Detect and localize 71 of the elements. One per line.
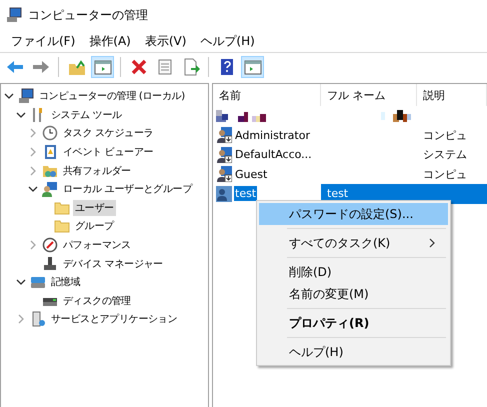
tree-item[interactable]: タスク スケジューラ — [61, 125, 156, 142]
expanded-caret-icon[interactable] — [16, 277, 26, 288]
user-icon — [216, 186, 232, 202]
table-cell[interactable]: Administrator — [234, 128, 311, 143]
collapsed-caret-icon[interactable] — [28, 147, 38, 158]
back-arrow-icon — [6, 58, 24, 76]
menu-item[interactable]: すべてのタスク(K) — [259, 232, 448, 254]
menu-item[interactable]: ヘルプ(H) — [259, 341, 448, 363]
window-title: コンピューターの管理 — [28, 6, 148, 24]
tree-item[interactable]: グループ — [73, 218, 116, 234]
user-icon — [216, 146, 232, 163]
table-cell[interactable]: test — [234, 186, 258, 202]
table-cell-text: コンピュ — [422, 128, 468, 144]
computer-icon — [6, 7, 22, 23]
column-header[interactable]: フル ネーム — [321, 84, 417, 106]
menu-item[interactable]: プロパティ(R) — [259, 312, 448, 334]
column-header[interactable]: 名前 — [213, 84, 321, 106]
device-icon — [42, 256, 58, 272]
forward-arrow-icon — [32, 58, 50, 76]
tree-item[interactable]: イベント ビューアー — [61, 144, 156, 160]
tree-item[interactable]: ユーザー — [73, 200, 116, 216]
folder-icon — [54, 218, 70, 234]
expanded-caret-icon[interactable] — [16, 110, 26, 120]
collapsed-caret-icon[interactable] — [28, 240, 38, 250]
tree-item[interactable]: 記憶域 — [49, 274, 82, 290]
users-icon — [42, 181, 58, 198]
pane-icon — [244, 58, 262, 76]
table-cell-text: コンピュ — [422, 166, 468, 183]
user-icon — [216, 127, 232, 144]
menu-item[interactable]: 操作(A) — [82, 32, 138, 50]
export-icon — [182, 58, 200, 76]
tree-item[interactable]: コンピューターの管理 (ローカル) — [37, 88, 187, 104]
pane-icon — [94, 58, 112, 76]
user-icon — [216, 166, 232, 182]
performance-icon — [42, 237, 58, 254]
menu-item[interactable]: パスワードの設定(S)... — [259, 203, 448, 225]
event-log-icon — [42, 144, 58, 160]
toolbar-button[interactable] — [241, 56, 264, 78]
menu-item[interactable]: 表示(V) — [138, 32, 194, 50]
menu-item[interactable]: 名前の変更(M) — [259, 283, 448, 305]
folder-up-icon — [68, 58, 86, 76]
storage-icon — [30, 274, 46, 290]
tree-item[interactable]: デバイス マネージャー — [61, 256, 165, 272]
collapsed-caret-icon[interactable] — [28, 128, 38, 138]
table-cell[interactable]: Guest — [234, 166, 268, 182]
table-cell[interactable]: DefaultAcco... — [234, 147, 313, 162]
pixelated-drawing — [216, 110, 266, 122]
services-icon — [30, 311, 46, 328]
tree-item[interactable]: ローカル ユーザーとグループ — [61, 181, 194, 198]
delete-icon — [130, 58, 148, 76]
table-cell-text: システム — [422, 147, 468, 164]
computer-icon — [18, 88, 34, 104]
collapsed-caret-icon[interactable] — [28, 166, 38, 176]
pixelated-drawing — [381, 110, 411, 122]
tree-item[interactable]: システム ツール — [49, 106, 124, 123]
toolbar-button[interactable] — [91, 56, 114, 78]
menu-item[interactable]: ヘルプ(H) — [193, 32, 262, 50]
column-header[interactable]: 説明 — [417, 84, 487, 106]
folder-icon — [54, 200, 70, 216]
expanded-caret-icon[interactable] — [4, 91, 14, 102]
expanded-caret-icon[interactable] — [28, 184, 38, 194]
tree-item[interactable]: ディスクの管理 — [61, 292, 133, 309]
tree-item[interactable]: サービスとアプリケーション — [49, 311, 180, 328]
tree-item[interactable]: パフォーマンス — [61, 237, 133, 254]
clock-icon — [42, 125, 58, 142]
collapsed-caret-icon[interactable] — [16, 314, 26, 324]
properties-icon — [156, 58, 174, 76]
table-cell — [417, 184, 487, 204]
menu-item[interactable]: 削除(D) — [259, 261, 448, 283]
tree-item[interactable]: 共有フォルダー — [61, 162, 133, 179]
menu-item[interactable]: ファイル(F) — [4, 32, 82, 50]
